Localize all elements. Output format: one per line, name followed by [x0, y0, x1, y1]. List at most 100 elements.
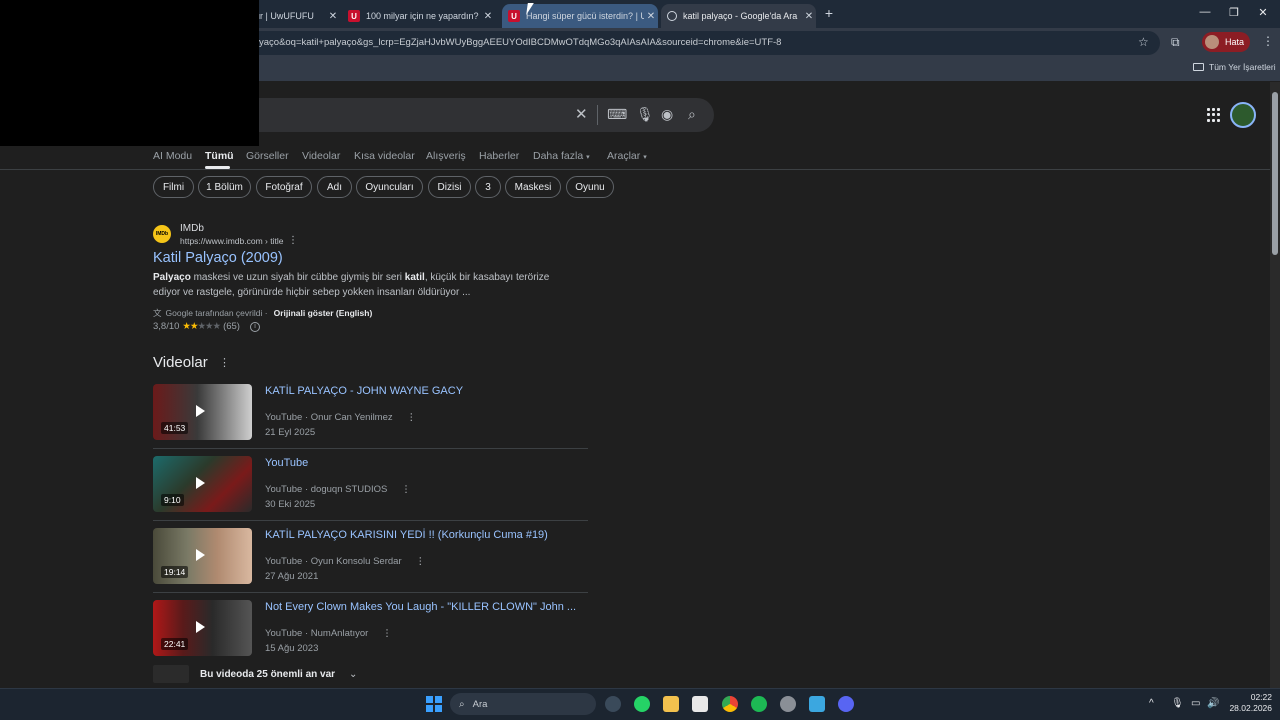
tab-tools[interactable]: Araçlar ▾	[607, 150, 647, 162]
result-rating: 3,8/10 ★★★★★ (65) i	[153, 321, 260, 332]
key-moments-label: Bu videoda 25 önemli an var	[200, 668, 336, 680]
tab-uwufufu[interactable]: ur | UwUFUFU ✕	[255, 4, 340, 28]
profile-button[interactable]: Hata	[1202, 32, 1250, 52]
chip-3[interactable]: 3	[475, 176, 501, 198]
divider	[153, 592, 588, 593]
tab-title: Hangi süper gücü isterdin? | Uw	[526, 11, 644, 21]
close-tab-icon[interactable]: ✕	[802, 11, 816, 22]
chip-oyunu[interactable]: Oyunu	[566, 176, 614, 198]
volume-icon[interactable]: 🔊	[1207, 698, 1219, 709]
keyboard-icon[interactable]: ⌨	[607, 106, 627, 123]
minimize-icon[interactable]: —	[1198, 6, 1212, 18]
chip-1-bolum[interactable]: 1 Bölüm	[198, 176, 251, 198]
file-explorer-icon[interactable]	[663, 696, 679, 712]
video-title[interactable]: KATİL PALYAÇO KARISINI YEDİ !! (Korkunçl…	[265, 529, 548, 541]
result-site-url[interactable]: https://www.imdb.com › title	[180, 236, 283, 246]
video-thumbnail[interactable]: 9:10	[153, 456, 252, 512]
close-tab-icon[interactable]: ✕	[644, 11, 658, 22]
search-icon[interactable]: ⌕	[688, 106, 696, 123]
tab-more[interactable]: Daha fazla ▾	[533, 150, 590, 162]
tab-100-milyar[interactable]: U 100 milyar için ne yapardın? | U ✕	[348, 4, 495, 28]
info-icon[interactable]: i	[249, 321, 260, 332]
play-icon	[196, 477, 205, 489]
video-title[interactable]: YouTube	[265, 457, 308, 469]
bookmark-star-icon[interactable]: ☆	[1138, 35, 1149, 49]
extensions-icon[interactable]: ⧉	[1171, 35, 1180, 50]
account-avatar[interactable]	[1230, 102, 1256, 128]
video-date: 15 Ağu 2023	[265, 643, 319, 654]
chrome-icon[interactable]	[722, 696, 738, 712]
chevron-up-icon[interactable]: ^	[1149, 698, 1154, 709]
video-thumbnail[interactable]: 19:14	[153, 528, 252, 584]
all-bookmarks-button[interactable]: Tüm Yer İşaretleri	[1193, 62, 1276, 72]
tab-videos[interactable]: Videolar	[302, 150, 340, 162]
microsoft-store-icon[interactable]	[692, 696, 708, 712]
spotify-icon[interactable]	[751, 696, 767, 712]
clock-date: 28.02.2026	[1229, 703, 1272, 713]
steam-icon[interactable]	[780, 696, 796, 712]
video-thumbnail[interactable]: 22:41	[153, 600, 252, 656]
tab-google-search[interactable]: katil palyaço - Google'da Ara ✕	[661, 4, 816, 28]
video-result[interactable]: 22:41 Not Every Clown Makes You Laugh - …	[153, 600, 588, 672]
browser-menu-icon[interactable]: ⋮	[1262, 34, 1274, 48]
google-apps-icon[interactable]	[1207, 108, 1221, 122]
tab-short-videos[interactable]: Kısa videolar	[354, 150, 415, 162]
video-options-icon[interactable]: ⋮	[401, 484, 411, 495]
tab-all[interactable]: Tümü	[205, 150, 234, 162]
display-icon[interactable]: ▭	[1191, 698, 1200, 709]
lens-camera-icon[interactable]: ◉	[661, 106, 673, 123]
profile-label: Hata	[1225, 37, 1245, 47]
video-source: YouTube · NumAnlatıyor ⋮	[265, 628, 392, 639]
close-tab-icon[interactable]: ✕	[481, 11, 495, 22]
result-options-icon[interactable]: ⋮	[288, 235, 298, 246]
video-title[interactable]: KATİL PALYAÇO - JOHN WAYNE GACY	[265, 385, 463, 397]
video-result[interactable]: 9:10 YouTube YouTube · doguqn STUDIOS ⋮ 3…	[153, 456, 588, 528]
chip-dizisi[interactable]: Dizisi	[428, 176, 471, 198]
restore-icon[interactable]: ❐	[1227, 6, 1241, 19]
chip-adi[interactable]: Adı	[317, 176, 352, 198]
discord-icon[interactable]	[838, 696, 854, 712]
divider	[0, 169, 1270, 170]
microphone-icon[interactable]: 🎙	[1171, 698, 1184, 709]
result-title-link[interactable]: Katil Palyaço (2009)	[153, 250, 283, 266]
star-filled-icon: ★	[182, 321, 190, 332]
video-options-icon[interactable]: ⋮	[382, 628, 392, 639]
chip-filmi[interactable]: Filmi	[153, 176, 194, 198]
folder-icon	[1193, 63, 1204, 71]
video-title[interactable]: Not Every Clown Makes You Laugh - "KILLE…	[265, 601, 576, 613]
videos-options-icon[interactable]: ⋮	[219, 356, 230, 369]
tab-shopping[interactable]: Alışveriş	[426, 150, 466, 162]
chip-maskesi[interactable]: Maskesi	[505, 176, 561, 198]
taskbar-search[interactable]: ⌕ Ara	[450, 693, 596, 715]
tab-images[interactable]: Görseller	[246, 150, 289, 162]
microphone-icon[interactable]: 🎙	[636, 106, 654, 123]
widgets-icon[interactable]	[605, 696, 621, 712]
windows-start-icon[interactable]	[426, 696, 442, 712]
address-url[interactable]: yaço&oq=katil+palyaço&gs_lcrp=EgZjaHJvbW…	[259, 37, 781, 48]
new-tab-button[interactable]: +	[821, 5, 837, 21]
rating-value: 3,8/10	[153, 321, 180, 332]
tab-ai-mode[interactable]: AI Modu	[153, 150, 192, 162]
chip-fotograf[interactable]: Fotoğraf	[256, 176, 312, 198]
window-close-icon[interactable]: ✕	[1256, 6, 1270, 19]
video-thumbnail[interactable]: 41:53	[153, 384, 252, 440]
photos-icon[interactable]	[809, 696, 825, 712]
result-site-name[interactable]: IMDb	[180, 223, 204, 234]
video-result[interactable]: 41:53 KATİL PALYAÇO - JOHN WAYNE GACY Yo…	[153, 384, 588, 456]
clear-search-icon[interactable]: ✕	[575, 105, 588, 123]
scrollbar-thumb[interactable]	[1272, 92, 1278, 255]
video-result[interactable]: 19:14 KATİL PALYAÇO KARISINI YEDİ !! (Ko…	[153, 528, 588, 600]
show-original-link[interactable]: Orijinali göster (English)	[274, 308, 373, 318]
clock-time: 02:22	[1250, 692, 1272, 702]
video-options-icon[interactable]: ⋮	[407, 412, 417, 423]
key-moments-toggle[interactable]: Bu videoda 25 önemli an var ⌄	[153, 665, 357, 683]
close-tab-icon[interactable]: ✕	[326, 11, 340, 22]
video-options-icon[interactable]: ⋮	[416, 556, 426, 567]
chevron-down-icon: ▾	[643, 154, 647, 161]
whatsapp-icon[interactable]	[634, 696, 650, 712]
tab-news[interactable]: Haberler	[479, 150, 519, 162]
tab-super-guc[interactable]: U Hangi süper gücü isterdin? | Uw ✕	[502, 4, 658, 28]
taskbar-clock[interactable]: 02:22 28.02.2026	[1226, 692, 1272, 714]
video-source-text: YouTube · NumAnlatıyor	[265, 628, 369, 639]
chip-oyunculari[interactable]: Oyuncuları	[356, 176, 423, 198]
